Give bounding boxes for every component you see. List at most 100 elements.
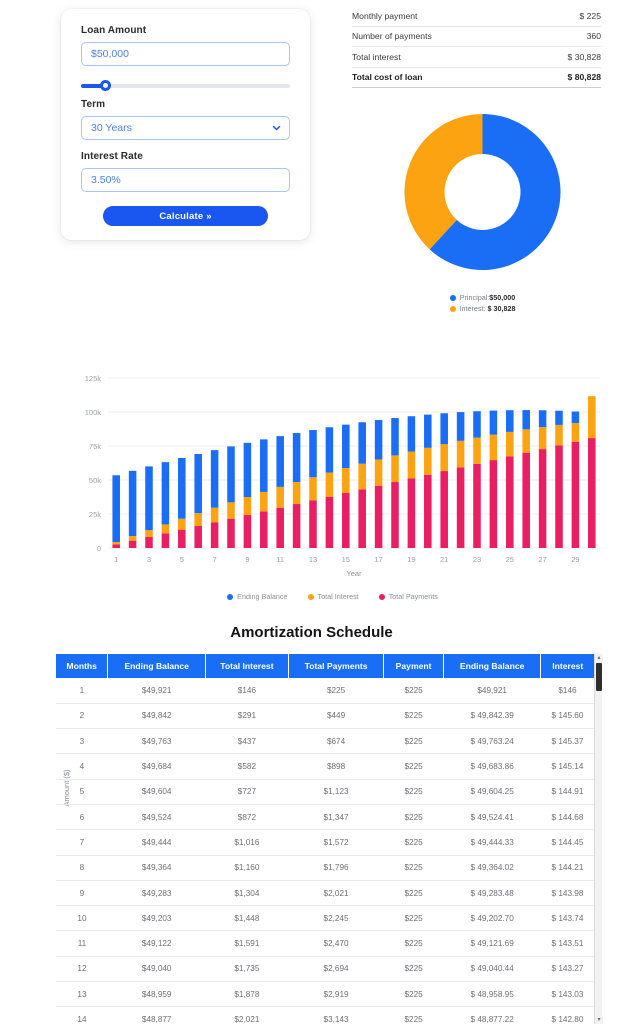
table-row: 14 $48,877 $2,021 $3,143 $225 $ 48,877.22 $ 14… (56, 1006, 594, 1024)
bar-segment (506, 456, 514, 548)
x-axis-tick-label: 13 (309, 555, 317, 564)
table-cell: $225 (383, 905, 444, 932)
table-cell: $ 144.68 (540, 804, 594, 831)
loan-calculator-card: Loan Amount Term Interest Rate Calculate… (61, 9, 310, 240)
table-row: 5 $49,604 $727 $1,123 $225 $ 49,604.25 $ 144.9… (56, 779, 594, 805)
table-cell: $1,304 (205, 880, 289, 907)
table-cell: $ 145.60 (540, 703, 594, 730)
term-select[interactable] (81, 116, 290, 140)
summary-label: Monthly payment (352, 10, 418, 21)
bar-segment (407, 478, 416, 548)
table-row: 4 $49,684 $582 $898 $225 $ 49,683.86 $ 145.14 (56, 753, 594, 780)
table-row: 8 $49,364 $1,160 $1,796 $225 $ 49,364.02 $ 144… (56, 855, 594, 881)
donut-legend-item-principal: Principal:$50,000 (390, 292, 575, 303)
bar-segment (538, 410, 547, 428)
table-cell: $49,203 (107, 905, 206, 932)
bar-segment (243, 442, 252, 498)
term-label: Term (81, 99, 106, 110)
table-cell: 11 (56, 930, 108, 957)
bar-segment (227, 502, 235, 519)
table-row: 10 $49,203 $1,448 $2,245 $225 $ 49,202.70 $ 14… (56, 905, 594, 932)
table-cell: $225 (383, 779, 444, 805)
summary-row-total-interest: Total interest $ 30,828 (352, 47, 601, 68)
donut-legend: Principal:$50,000 Interest: $ 30,828 (390, 292, 575, 314)
bar-segment (325, 496, 334, 548)
table-cell: $225 (383, 804, 444, 831)
table-cell: $225 (383, 703, 444, 730)
table-column-header-2[interactable]: Total Interest (205, 654, 289, 678)
y-axis-tick-label: 0 (97, 544, 101, 553)
table-cell: $225 (383, 855, 444, 881)
bar-segment (161, 533, 170, 548)
bar-segment (473, 463, 481, 548)
bar-chart-svg: 025k50k75k100k125k1 3 5 7 9 11 13 15 17 19 21 23 25 2… (85, 374, 600, 578)
table-cell: $146 (205, 678, 289, 704)
table-cell: $49,040 (107, 956, 206, 983)
loan-amount-slider[interactable] (81, 77, 290, 95)
table-cell: $49,842 (107, 703, 206, 730)
table-scrollbar[interactable]: ▴ ▾ (594, 654, 603, 1024)
scroll-down-icon[interactable]: ▾ (595, 1016, 603, 1024)
table-header: Months Ending Balance Total Interest Total … (56, 654, 594, 678)
table-cell: $1,347 (288, 804, 384, 831)
table-cell: $1,878 (205, 981, 289, 1008)
table-cell: $1,016 (205, 829, 289, 856)
bar-segment (374, 485, 383, 548)
table-cell: $49,684 (107, 753, 206, 780)
x-axis-tick-label: 7 (213, 555, 217, 564)
loan-amount-input[interactable] (81, 42, 290, 66)
table-cell: $1,735 (205, 956, 289, 983)
table-cell: $582 (205, 753, 289, 780)
table-cell: $ 49,524.41 (443, 804, 541, 831)
table-cell: $674 (288, 728, 384, 755)
table-cell: $ 49,444.33 (443, 829, 541, 856)
table-cell: 7 (56, 829, 108, 856)
calculate-button[interactable]: Calculate » (103, 206, 268, 226)
table-cell: $ 143.27 (540, 956, 594, 983)
table-cell: $225 (383, 930, 444, 957)
bar-segment (145, 466, 153, 531)
table-cell: $1,448 (205, 905, 289, 932)
bar-segment (424, 474, 432, 548)
x-axis-tick-label: 29 (571, 555, 579, 564)
slider-thumb[interactable] (100, 80, 112, 91)
table-cell: $ 143.03 (540, 981, 594, 1008)
summary-row-monthly-payment: Monthly payment $ 225 (352, 6, 601, 27)
bar-segment (161, 524, 170, 534)
slider-track (81, 84, 290, 88)
scrollbar-thumb[interactable] (596, 663, 602, 691)
bar-segment (522, 429, 530, 453)
bar-segment (374, 459, 383, 486)
bar-segment (358, 463, 366, 490)
bar-segment (456, 440, 465, 468)
x-axis-tick-label: 21 (440, 555, 448, 564)
summary-label: Total interest (352, 51, 401, 62)
table-cell: $225 (383, 829, 444, 856)
table-cell: 2 (56, 703, 108, 730)
bar-segment (227, 518, 235, 548)
legend-dot-total-interest (307, 594, 314, 601)
interest-rate-input[interactable] (81, 168, 290, 192)
table-column-header-6[interactable]: Interest (540, 654, 594, 678)
table-cell: $ 143.51 (540, 930, 594, 957)
table-cell: $225 (288, 678, 384, 704)
bar-segment (571, 411, 580, 424)
table-column-header-1[interactable]: Ending Balance (107, 654, 206, 678)
table-row: 1 $49,921 $146 $225 $225 $49,921 $146 (56, 678, 594, 704)
bar-segment (276, 436, 284, 487)
scroll-up-icon[interactable]: ▴ (595, 654, 603, 662)
table-column-header-4[interactable]: Payment (383, 654, 444, 678)
table-cell: $49,921 (107, 678, 206, 704)
bar-segment (522, 410, 530, 430)
table-column-header-0[interactable]: Months (56, 654, 109, 678)
x-axis-tick-label: 9 (245, 555, 249, 564)
table-column-header-5[interactable]: Ending Balance (443, 654, 542, 678)
table-column-header-3[interactable]: Total Payments (288, 654, 385, 678)
table-row: 13 $48,959 $1,878 $2,919 $225 $ 48,958.95 $ 14… (56, 981, 594, 1008)
bar-segment (276, 507, 284, 548)
x-axis-tick-label: 23 (473, 555, 481, 564)
bar-segment (440, 444, 448, 472)
bar-segment (194, 513, 202, 527)
table-cell: $ 49,763.24 (443, 728, 541, 755)
table-cell: $2,470 (288, 930, 384, 957)
